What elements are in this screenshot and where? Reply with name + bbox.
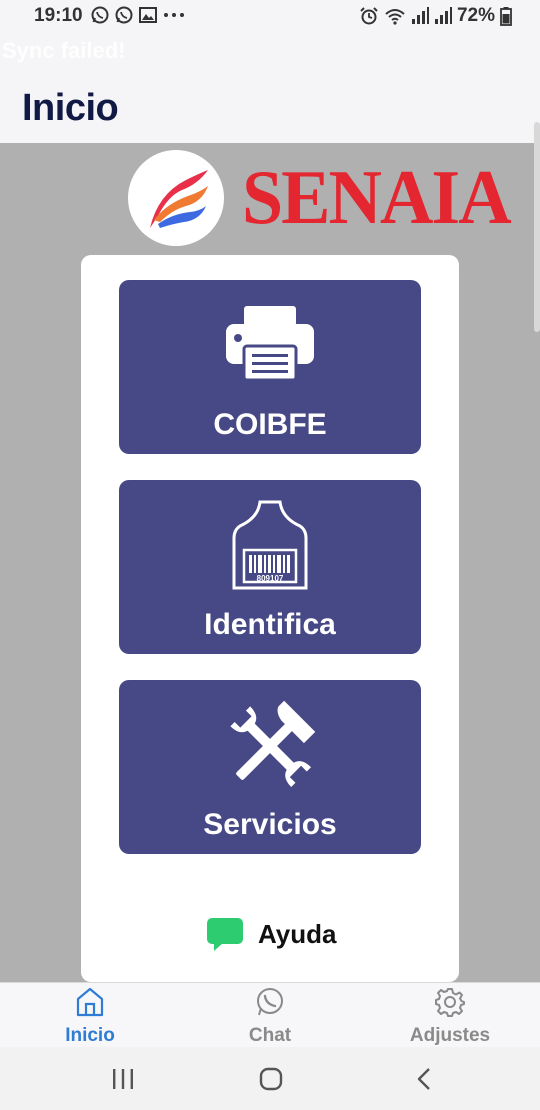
nav-label-inicio: Inicio xyxy=(65,1025,115,1046)
home-circle-icon[interactable] xyxy=(256,1065,286,1093)
servicios-button[interactable]: Servicios xyxy=(119,680,421,854)
status-notification-icons xyxy=(90,5,186,25)
printer-icon xyxy=(119,302,421,392)
chat-bubble-icon xyxy=(207,918,243,951)
more-icon xyxy=(164,13,184,17)
back-icon[interactable] xyxy=(410,1065,440,1093)
identifica-label: Identifica xyxy=(204,608,336,641)
wifi-icon xyxy=(385,9,405,25)
signal-icon xyxy=(434,7,452,24)
scroll-indicator[interactable] xyxy=(534,122,540,332)
system-nav-bar xyxy=(0,1047,540,1110)
page-title: Inicio xyxy=(22,87,119,129)
alarm-icon xyxy=(360,7,378,25)
tools-icon xyxy=(119,698,421,788)
brand-name: SENAIA xyxy=(242,154,512,242)
nav-item-adjustes[interactable]: Adjustes xyxy=(360,983,540,1048)
image-icon xyxy=(139,7,157,23)
home-icon xyxy=(76,987,104,1017)
help-link[interactable]: Ayuda xyxy=(206,916,337,952)
sync-status-text: Sync failed! xyxy=(2,38,126,63)
whatsapp-icon xyxy=(91,6,109,24)
signal-icon xyxy=(411,7,429,24)
bottom-nav: Inicio Chat Adjustes xyxy=(0,982,540,1047)
ear-tag-barcode-icon: 809107 xyxy=(119,498,421,590)
gear-icon xyxy=(435,988,465,1017)
coibfe-label: COIBFE xyxy=(213,408,327,441)
battery-icon xyxy=(500,7,512,26)
tag-number: 809107 xyxy=(257,574,284,583)
brand-logo xyxy=(128,150,224,246)
servicios-label: Servicios xyxy=(203,808,337,841)
recents-icon[interactable] xyxy=(108,1065,138,1093)
status-system-icons: 72% xyxy=(359,5,512,27)
status-time: 19:10 xyxy=(34,5,83,26)
help-label: Ayuda xyxy=(258,918,337,949)
identifica-button[interactable]: 809107 Identifica xyxy=(119,480,421,654)
feather-logo-icon xyxy=(150,170,208,228)
whatsapp-icon xyxy=(257,988,283,1016)
coibfe-button[interactable]: COIBFE xyxy=(119,280,421,454)
nav-item-inicio[interactable]: Inicio xyxy=(0,983,180,1048)
nav-label-adjustes: Adjustes xyxy=(409,1025,491,1046)
nav-item-chat[interactable]: Chat xyxy=(180,983,360,1048)
whatsapp-icon xyxy=(115,6,133,24)
nav-label-chat: Chat xyxy=(248,1025,292,1046)
status-bar: 19:10 72% xyxy=(0,0,540,34)
app-header: Inicio xyxy=(0,70,540,143)
battery-percent: 72% xyxy=(456,5,495,26)
sync-banner: Sync failed! xyxy=(0,34,540,70)
